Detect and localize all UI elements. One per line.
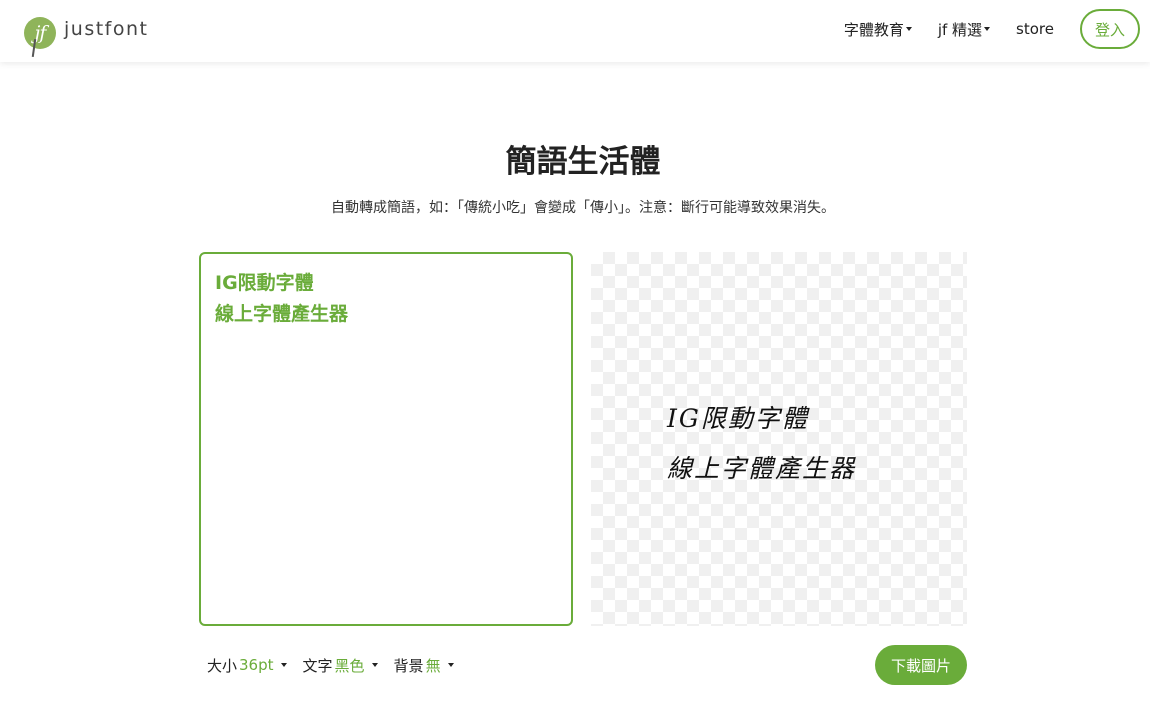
text-color-value: 黑色	[334, 656, 365, 675]
caret-down-icon	[984, 27, 991, 31]
editor-text[interactable]: IG限動字體 線上字體產生器	[201, 254, 571, 344]
nav-store[interactable]: store	[1016, 20, 1054, 38]
preview-canvas: IG限動字體 線上字體產生器	[591, 252, 967, 626]
style-controls: 大小 36pt 文字 黑色 背景 無	[207, 654, 470, 676]
main-nav: 字體教育 jf 精選 store 登入	[844, 9, 1140, 49]
preview-text: IG限動字體 線上字體產生器	[667, 404, 857, 483]
nav-font-education[interactable]: 字體教育	[844, 19, 912, 40]
size-label: 大小	[207, 656, 238, 675]
justfont-logo[interactable]: jf justfont	[24, 12, 148, 54]
top-navbar: jf justfont 字體教育 jf 精選 store 登入	[0, 0, 1150, 62]
text-editor[interactable]: IG限動字體 線上字體產生器	[199, 252, 573, 626]
caret-down-icon	[371, 663, 378, 667]
caret-down-icon	[905, 27, 912, 31]
background-select[interactable]: 背景 無	[394, 655, 454, 676]
caret-down-icon	[280, 663, 287, 667]
size-value: 36pt	[239, 656, 274, 674]
nav-jf-selection[interactable]: jf 精選	[937, 19, 991, 40]
background-value: 無	[425, 656, 441, 675]
text-color-label: 文字	[302, 656, 333, 675]
login-button[interactable]: 登入	[1080, 9, 1140, 49]
jf-logo-icon: jf	[24, 17, 56, 49]
caret-down-icon	[447, 663, 454, 667]
nav-jf-selection-label: jf 精選	[937, 20, 983, 39]
logo-text: justfont	[64, 18, 149, 40]
size-select[interactable]: 大小 36pt	[207, 655, 287, 676]
download-image-button[interactable]: 下載圖片	[875, 645, 967, 685]
page-title: 簡語生活體	[505, 144, 661, 180]
page-subtitle: 自動轉成簡語，如：「傳統小吃」會變成「傳小」。注意：斷行可能導致效果消失。	[331, 200, 835, 216]
nav-store-label: store	[1016, 20, 1054, 38]
background-label: 背景	[393, 656, 424, 675]
nav-font-education-label: 字體教育	[843, 20, 904, 39]
text-color-select[interactable]: 文字 黑色	[303, 655, 378, 676]
